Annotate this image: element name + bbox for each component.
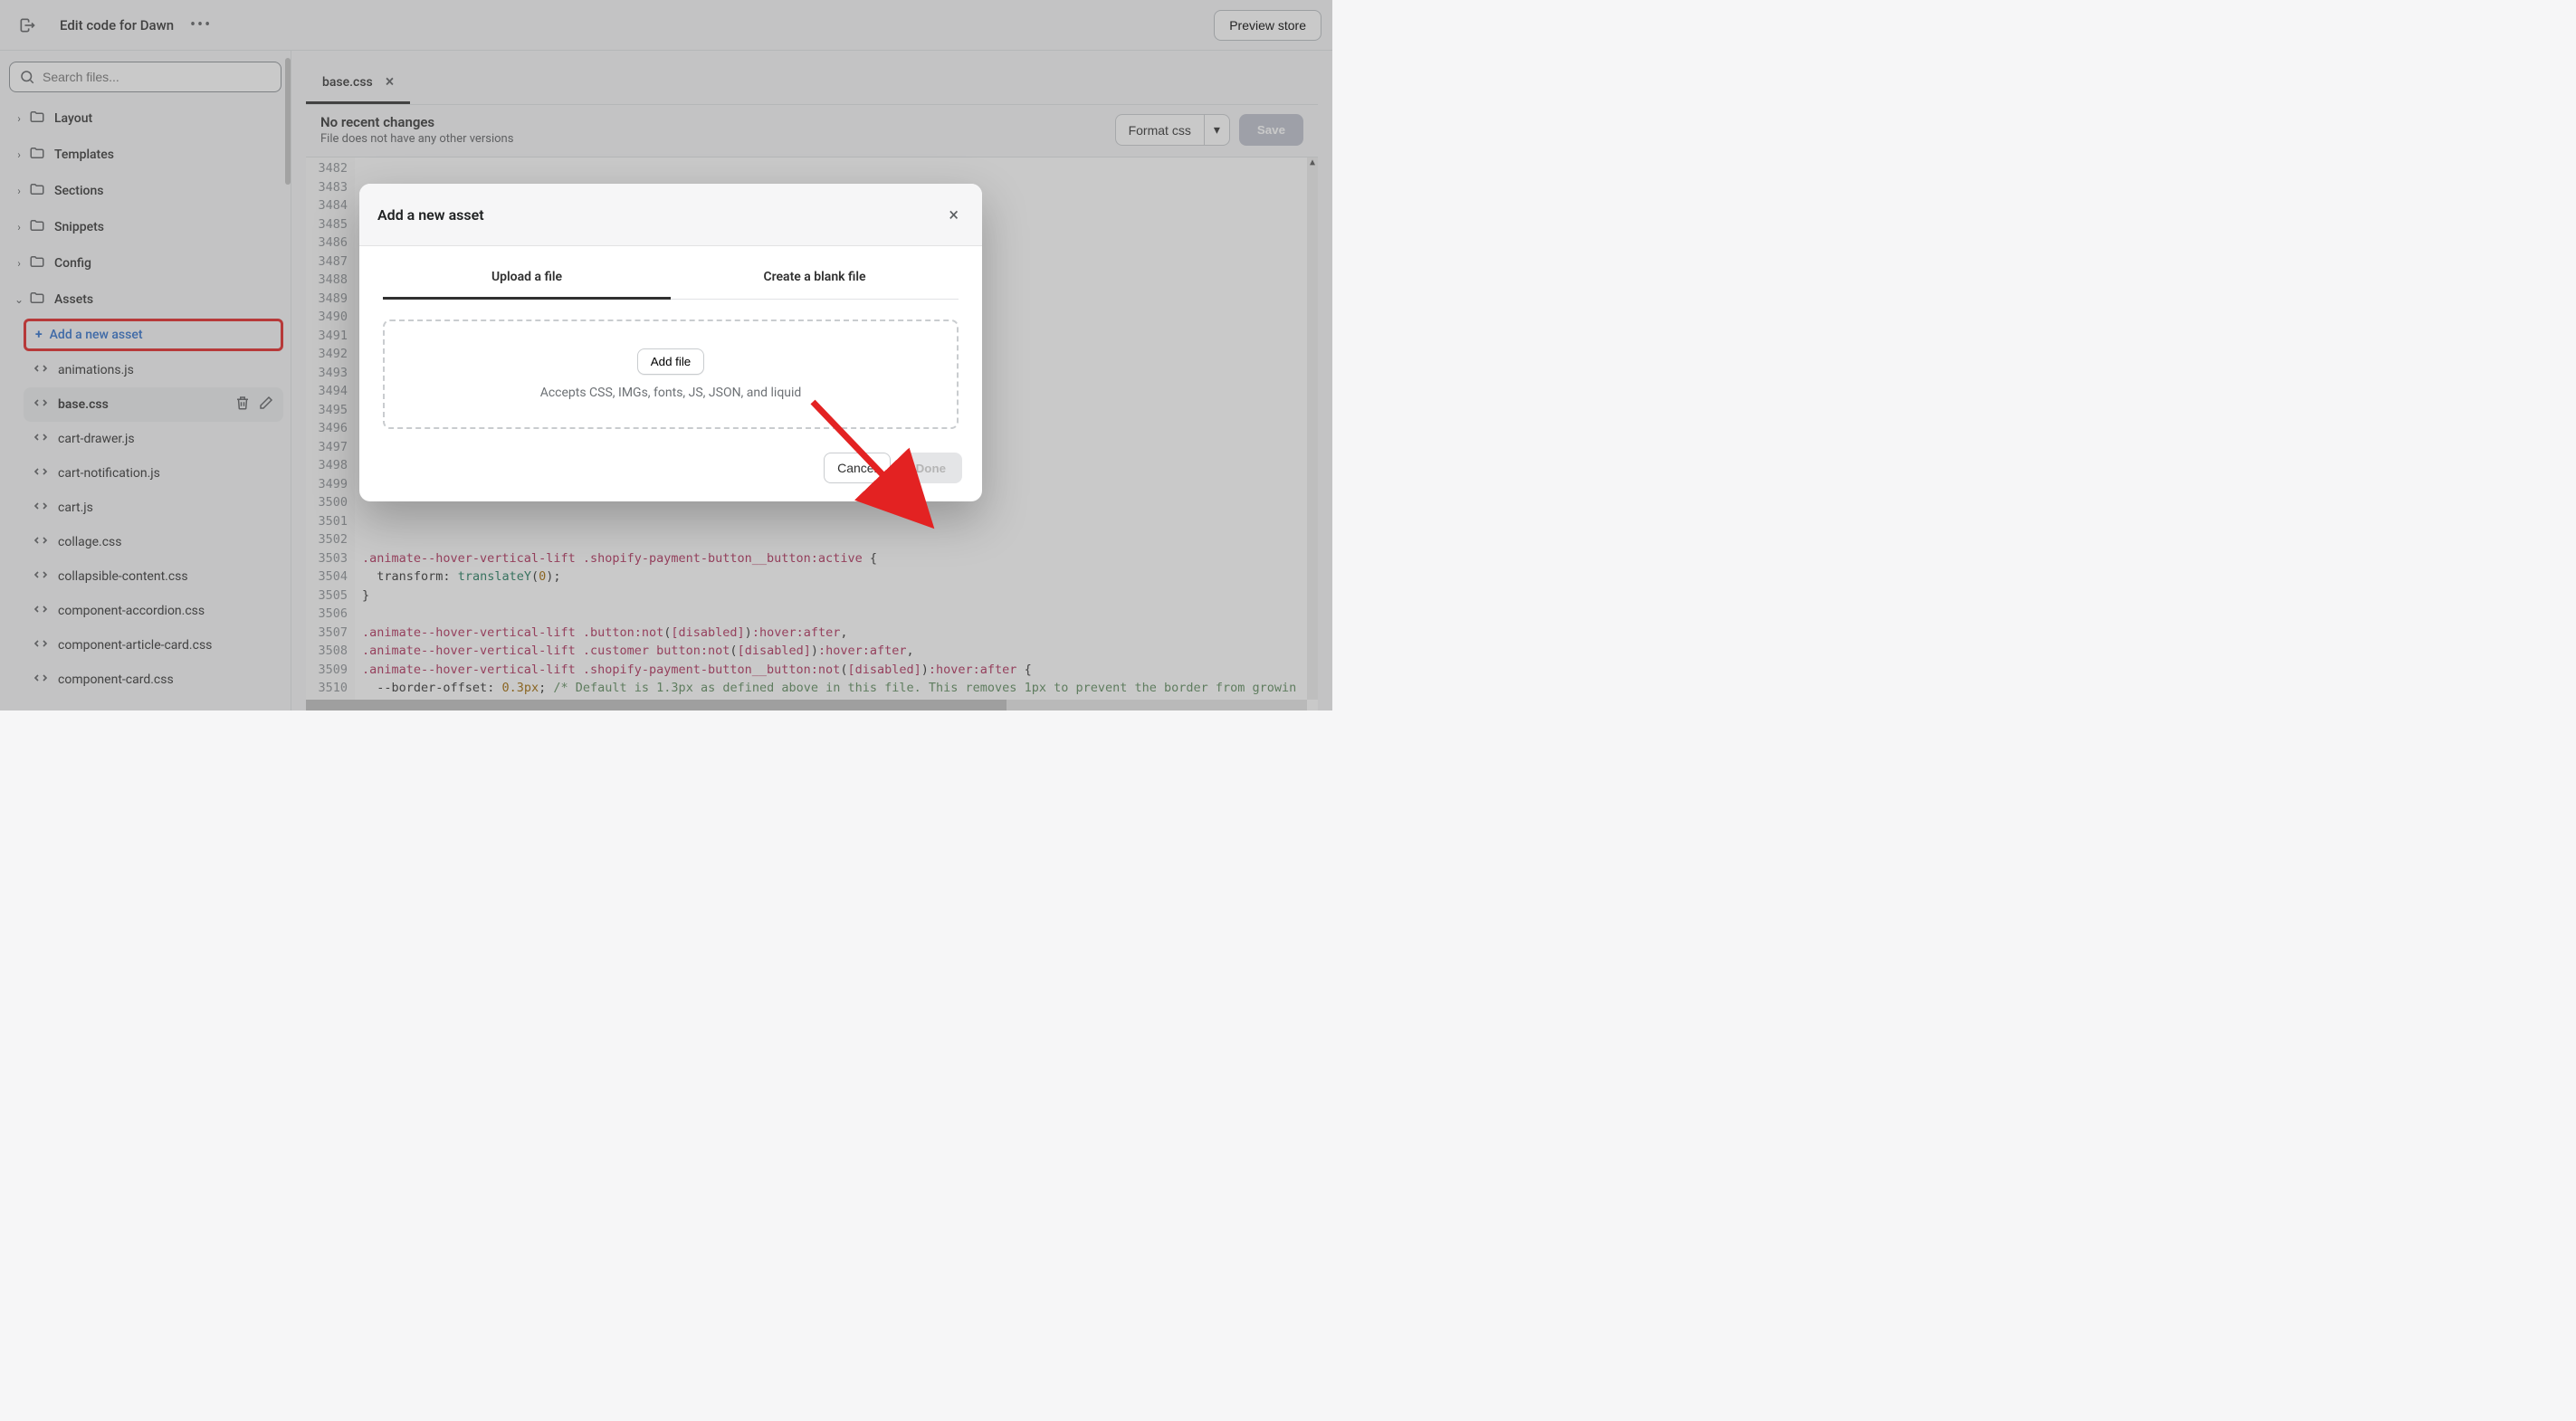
- add-file-button[interactable]: Add file: [637, 348, 704, 375]
- cancel-button[interactable]: Cancel: [824, 453, 891, 483]
- modal-header: Add a new asset ×: [359, 184, 982, 246]
- modal-close-button[interactable]: ×: [943, 200, 964, 229]
- tab-create-blank[interactable]: Create a blank file: [671, 257, 959, 300]
- modal-footer: Cancel Done: [359, 436, 982, 501]
- add-asset-modal: Add a new asset × Upload a file Create a…: [359, 184, 982, 501]
- modal-body: Add file Accepts CSS, IMGs, fonts, JS, J…: [359, 300, 982, 436]
- close-icon: ×: [949, 204, 959, 225]
- modal-tabs: Upload a file Create a blank file: [359, 246, 982, 300]
- modal-overlay[interactable]: Add a new asset × Upload a file Create a…: [0, 0, 1332, 710]
- tab-upload-file[interactable]: Upload a file: [383, 257, 671, 300]
- modal-title: Add a new asset: [377, 206, 484, 224]
- done-button[interactable]: Done: [900, 453, 962, 483]
- accepts-text: Accepts CSS, IMGs, fonts, JS, JSON, and …: [540, 386, 802, 400]
- file-dropzone[interactable]: Add file Accepts CSS, IMGs, fonts, JS, J…: [383, 319, 959, 429]
